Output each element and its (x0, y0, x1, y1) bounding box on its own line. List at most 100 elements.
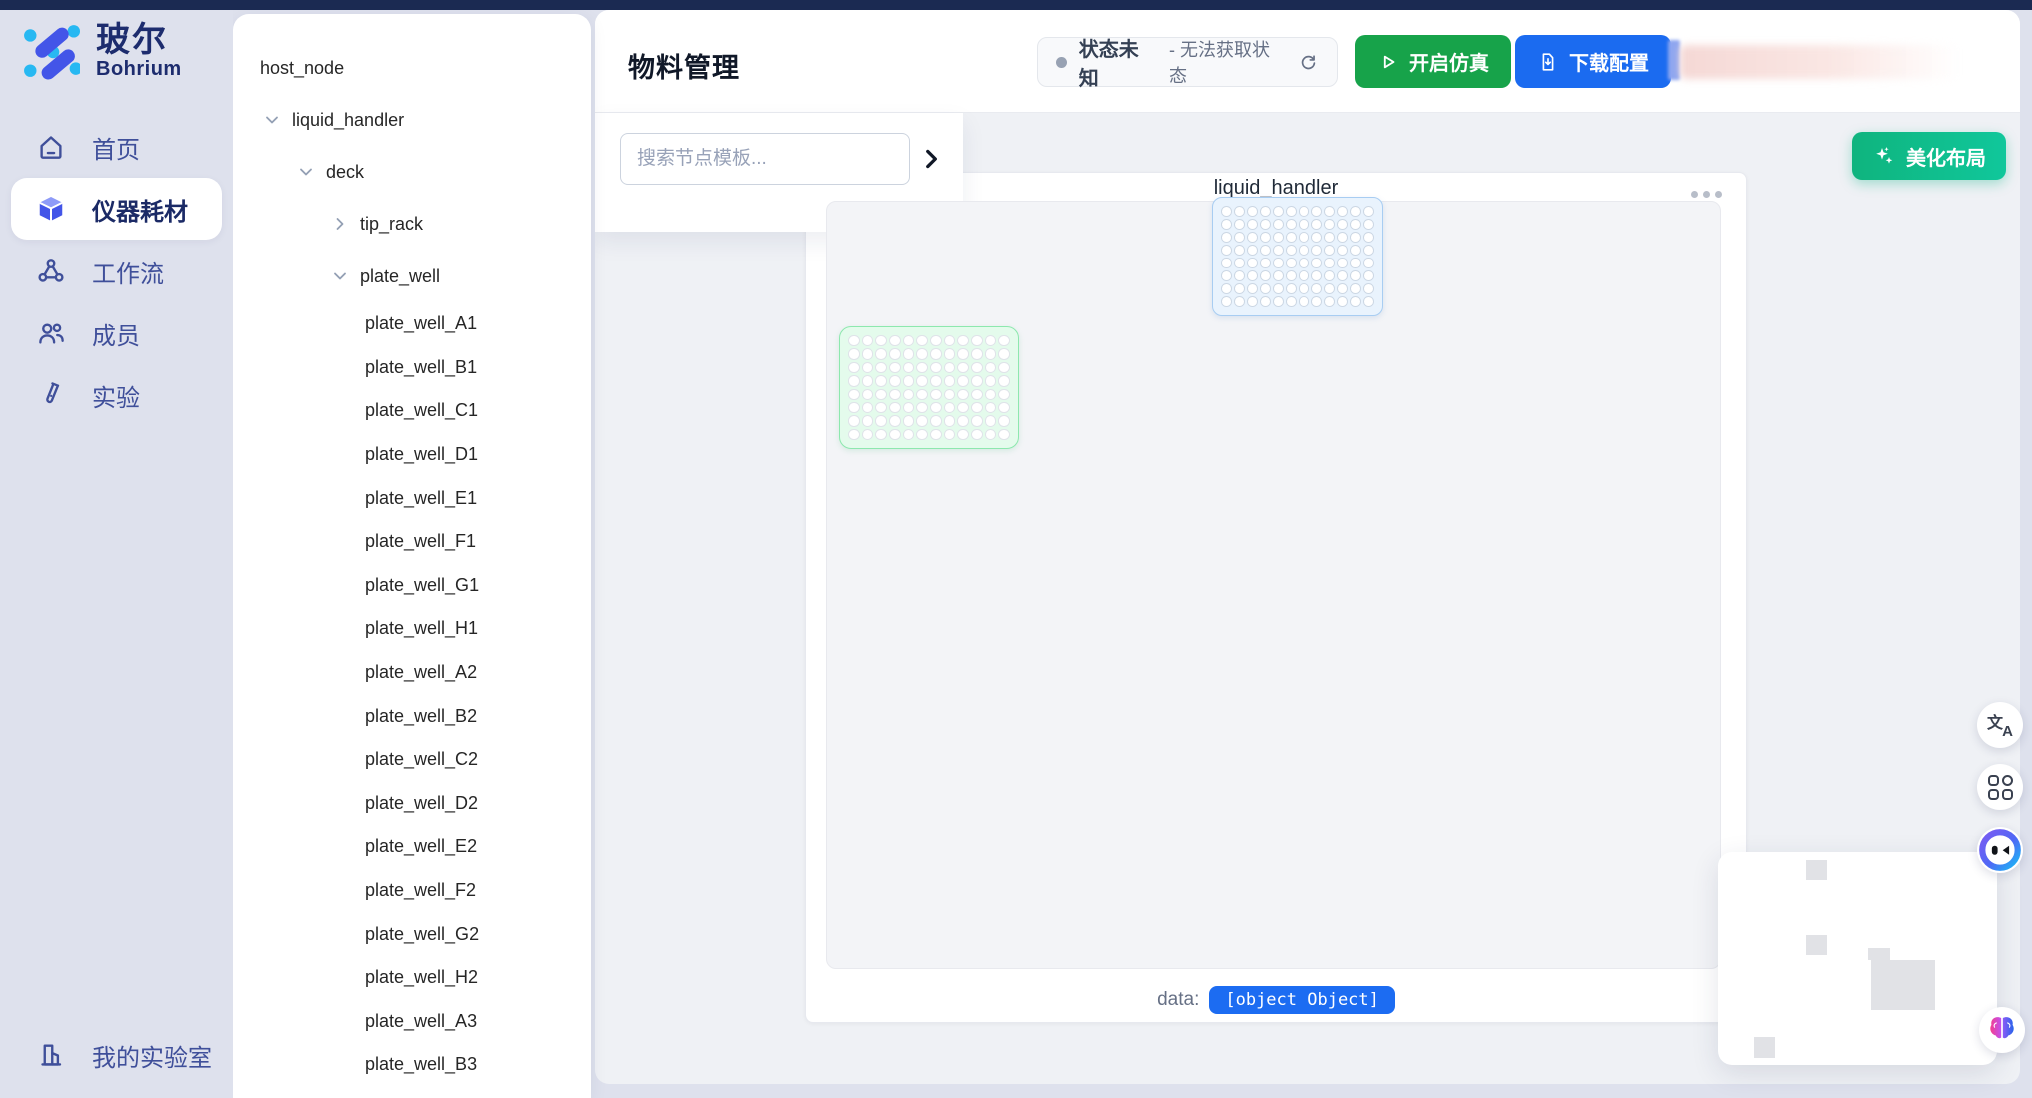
file-download-icon (1537, 51, 1559, 73)
well (985, 429, 997, 440)
tree-item-plate_well_A3[interactable]: plate_well_A3 (233, 1000, 591, 1044)
minimap[interactable] (1718, 852, 1997, 1065)
well (1324, 219, 1335, 230)
well (1221, 270, 1232, 281)
well (1324, 258, 1335, 269)
well (985, 375, 997, 386)
tip-rack-plate[interactable] (1212, 197, 1383, 316)
sidebar-item-experiments[interactable]: 实验 (0, 364, 233, 426)
well (1337, 258, 1348, 269)
sidebar-item-label: 首页 (92, 130, 140, 165)
tree-item-plate_well_B1[interactable]: plate_well_B1 (233, 346, 591, 390)
well (1247, 283, 1258, 294)
well (1234, 232, 1245, 243)
tree-item-plate_well_G2[interactable]: plate_well_G2 (233, 912, 591, 956)
chevron-down-icon[interactable] (296, 162, 316, 182)
tree-item-plate_well_F1[interactable]: plate_well_F1 (233, 520, 591, 564)
well (916, 429, 928, 440)
sidebar-item-home[interactable]: 首页 (0, 116, 233, 178)
chevron-down-icon[interactable] (262, 110, 282, 130)
tree-item-label: plate_well_G2 (365, 924, 479, 945)
well (916, 389, 928, 400)
translate-button[interactable]: 文A (1977, 702, 2023, 748)
well (1273, 245, 1284, 256)
well (1311, 206, 1322, 217)
tree-item-plate_well_A2[interactable]: plate_well_A2 (233, 651, 591, 695)
members-icon (36, 318, 66, 348)
well (971, 415, 983, 426)
tree-item-plate_well_G1[interactable]: plate_well_G1 (233, 564, 591, 608)
chevron-down-icon[interactable] (330, 266, 350, 286)
deck-area (826, 201, 1721, 969)
refresh-icon[interactable] (1297, 51, 1319, 73)
well (957, 362, 969, 373)
well (1260, 206, 1271, 217)
beautify-layout-button[interactable]: 美化布局 (1852, 132, 2006, 180)
play-icon (1377, 51, 1399, 73)
tree-item-plate_well_H2[interactable]: plate_well_H2 (233, 956, 591, 1000)
sidebar-item-my-lab[interactable]: 我的实验室 (0, 1024, 233, 1086)
well (1337, 296, 1348, 307)
well (862, 348, 874, 359)
brand-logo[interactable]: 玻尔 Bohrium (22, 22, 222, 88)
tree-item-plate_well_D1[interactable]: plate_well_D1 (233, 433, 591, 477)
well (944, 375, 956, 386)
sidebar-item-members[interactable]: 成员 (0, 302, 233, 364)
tree-item-plate_well_F2[interactable]: plate_well_F2 (233, 869, 591, 913)
well (1363, 283, 1374, 294)
sidebar-item-workflow[interactable]: 工作流 (0, 240, 233, 302)
tree-item-plate_well_E1[interactable]: plate_well_E1 (233, 476, 591, 520)
tree-item-label: host_node (260, 58, 344, 79)
tree-item-plate_well_E2[interactable]: plate_well_E2 (233, 825, 591, 869)
tree-item-label: plate_well_E1 (365, 488, 477, 509)
well (916, 362, 928, 373)
tree-item-plate_well[interactable]: plate_well (233, 250, 591, 302)
well (1247, 219, 1258, 230)
chevron-right-icon[interactable] (918, 146, 944, 172)
well (848, 362, 860, 373)
well (916, 335, 928, 346)
window-top-strip (0, 0, 2032, 10)
well (1247, 296, 1258, 307)
well (1311, 258, 1322, 269)
well (1247, 232, 1258, 243)
well (848, 402, 860, 413)
minimap-node-rect (1806, 860, 1827, 880)
tree-item-host_node[interactable]: host_node (233, 42, 591, 94)
tree-item-label: plate_well_B2 (365, 706, 477, 727)
tree-item-deck[interactable]: deck (233, 146, 591, 198)
chevron-right-icon[interactable] (330, 214, 350, 234)
well (957, 402, 969, 413)
tree-item-plate_well_D2[interactable]: plate_well_D2 (233, 782, 591, 826)
sidebar-item-instruments[interactable]: 仪器耗材 (11, 178, 222, 240)
well (944, 429, 956, 440)
apps-grid-button[interactable] (1977, 764, 2023, 810)
tree-item-tip_rack[interactable]: tip_rack (233, 198, 591, 250)
tree-item-plate_well_H1[interactable]: plate_well_H1 (233, 607, 591, 651)
start-simulation-button[interactable]: 开启仿真 (1355, 35, 1511, 88)
well (862, 415, 874, 426)
tree-item-plate_well_C2[interactable]: plate_well_C2 (233, 738, 591, 782)
node-menu-icon[interactable] (1691, 191, 1722, 198)
tree-item-plate_well_B2[interactable]: plate_well_B2 (233, 694, 591, 738)
tree-item-liquid_handler[interactable]: liquid_handler (233, 94, 591, 146)
liquid-handler-node[interactable]: liquid_handler data: [object Object] (805, 172, 1747, 1023)
ai-brain-button[interactable] (1979, 1007, 2025, 1053)
well (1337, 283, 1348, 294)
translate-icon: 文A (1987, 712, 2013, 738)
well (998, 402, 1010, 413)
tree-item-plate_well_C1[interactable]: plate_well_C1 (233, 389, 591, 433)
well (1234, 245, 1245, 256)
tree-item-label: plate_well_A3 (365, 1011, 477, 1032)
well (971, 429, 983, 440)
tree-item-plate_well_B3[interactable]: plate_well_B3 (233, 1043, 591, 1087)
well (930, 389, 942, 400)
tree-item-plate_well_A1[interactable]: plate_well_A1 (233, 302, 591, 346)
download-config-button[interactable]: 下载配置 (1515, 35, 1671, 88)
well (944, 335, 956, 346)
assistant-robot-button[interactable] (1977, 827, 2023, 873)
well (1350, 232, 1361, 243)
plate-well-plate[interactable] (839, 326, 1019, 449)
cube-icon (36, 194, 66, 224)
well (998, 429, 1010, 440)
